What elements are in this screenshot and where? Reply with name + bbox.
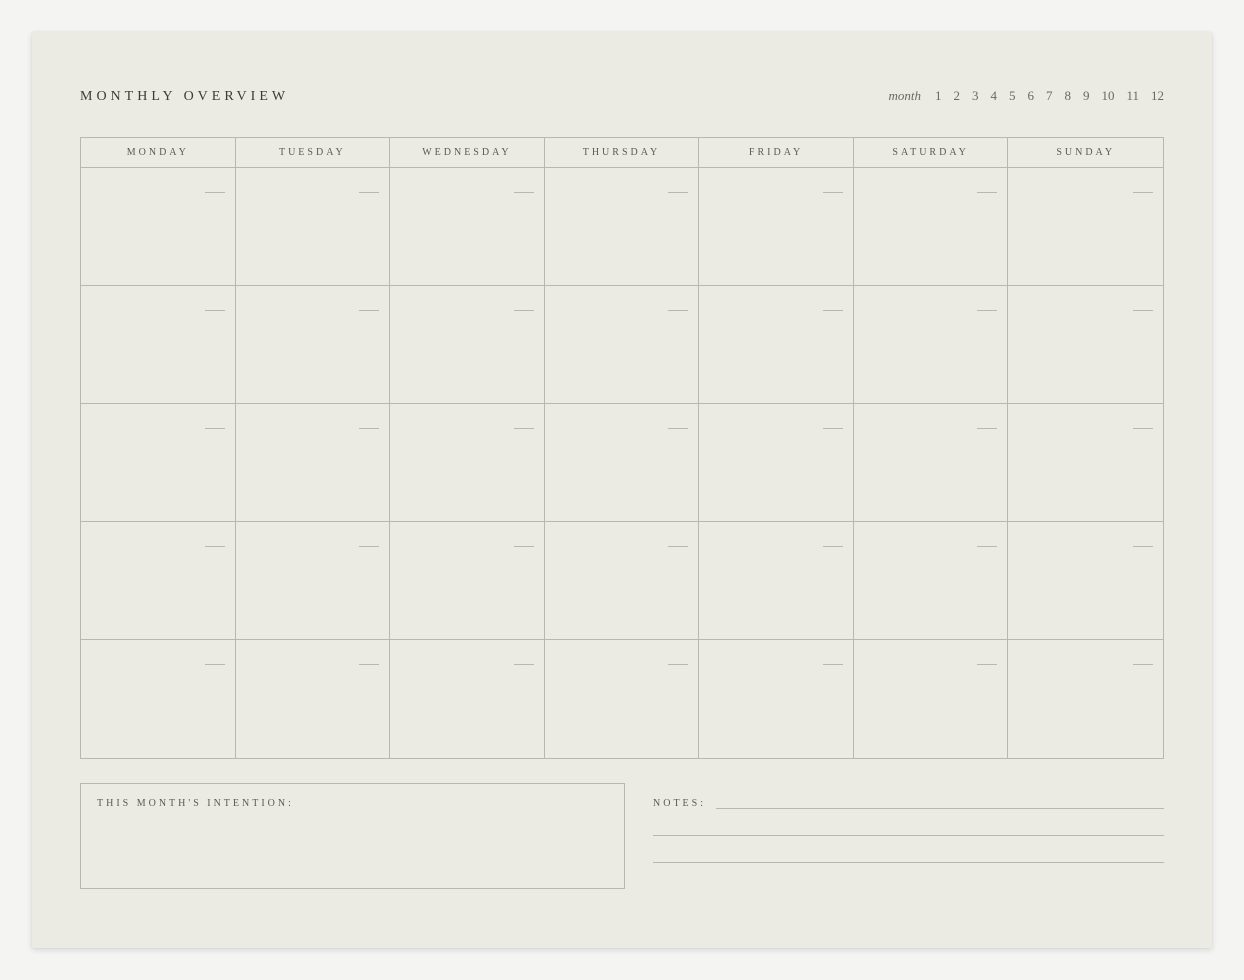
calendar-cell[interactable] [236,404,391,522]
intention-box[interactable]: THIS MONTH'S INTENTION: [80,783,625,889]
calendar-cell[interactable] [390,522,545,640]
month-8[interactable]: 8 [1064,88,1071,104]
calendar-grid: MONDAY TUESDAY WEDNESDAY THURSDAY FRIDAY… [80,137,1164,759]
day-header-sunday: SUNDAY [1008,138,1163,167]
calendar-cell[interactable] [854,640,1009,758]
calendar-body [81,168,1163,758]
calendar-cell[interactable] [545,286,700,404]
monthly-overview-sheet: MONTHLY OVERVIEW month 1 2 3 4 5 6 7 8 9… [32,32,1212,948]
calendar-cell[interactable] [390,286,545,404]
calendar-cell[interactable] [236,286,391,404]
calendar-cell[interactable] [81,522,236,640]
calendar-cell[interactable] [1008,168,1163,286]
month-4[interactable]: 4 [990,88,997,104]
page-title: MONTHLY OVERVIEW [80,89,289,105]
calendar-cell[interactable] [236,522,391,640]
month-5[interactable]: 5 [1009,88,1016,104]
calendar-cell[interactable] [390,168,545,286]
calendar-cell[interactable] [1008,286,1163,404]
day-header-saturday: SATURDAY [854,138,1009,167]
month-6[interactable]: 6 [1027,88,1034,104]
month-9[interactable]: 9 [1083,88,1090,104]
month-label: month [888,88,921,104]
calendar-cell[interactable] [545,168,700,286]
month-3[interactable]: 3 [972,88,979,104]
calendar-cell[interactable] [854,522,1009,640]
calendar-cell[interactable] [854,168,1009,286]
calendar-cell[interactable] [699,522,854,640]
calendar-cell[interactable] [390,640,545,758]
month-12[interactable]: 12 [1151,88,1164,104]
day-header-monday: MONDAY [81,138,236,167]
header: MONTHLY OVERVIEW month 1 2 3 4 5 6 7 8 9… [80,88,1164,105]
calendar-cell[interactable] [81,168,236,286]
calendar-cell[interactable] [1008,640,1163,758]
month-10[interactable]: 10 [1101,88,1114,104]
month-2[interactable]: 2 [953,88,960,104]
calendar-cell[interactable] [545,522,700,640]
notes-label: NOTES: [653,798,706,809]
notes-line[interactable] [653,835,1164,836]
calendar-cell[interactable] [854,404,1009,522]
notes-line[interactable] [716,797,1164,809]
calendar-cell[interactable] [1008,522,1163,640]
calendar-cell[interactable] [81,640,236,758]
day-header-thursday: THURSDAY [545,138,700,167]
month-11[interactable]: 11 [1126,88,1139,104]
calendar-cell[interactable] [81,404,236,522]
calendar-cell[interactable] [854,286,1009,404]
calendar-cell[interactable] [699,640,854,758]
calendar-cell[interactable] [390,404,545,522]
calendar-cell[interactable] [545,404,700,522]
footer: THIS MONTH'S INTENTION: NOTES: [80,783,1164,889]
calendar-cell[interactable] [236,168,391,286]
notes-box[interactable]: NOTES: [653,783,1164,889]
month-picker: month 1 2 3 4 5 6 7 8 9 10 11 12 [888,88,1164,104]
calendar-cell[interactable] [81,286,236,404]
calendar-header-row: MONDAY TUESDAY WEDNESDAY THURSDAY FRIDAY… [81,138,1163,168]
calendar-cell[interactable] [699,168,854,286]
calendar-cell[interactable] [1008,404,1163,522]
calendar-cell[interactable] [545,640,700,758]
day-header-friday: FRIDAY [699,138,854,167]
notes-row: NOTES: [653,797,1164,809]
intention-label: THIS MONTH'S INTENTION: [97,798,294,809]
day-header-wednesday: WEDNESDAY [390,138,545,167]
calendar-cell[interactable] [699,404,854,522]
day-header-tuesday: TUESDAY [236,138,391,167]
calendar-cell[interactable] [236,640,391,758]
calendar-cell[interactable] [699,286,854,404]
notes-line[interactable] [653,862,1164,863]
month-7[interactable]: 7 [1046,88,1053,104]
month-1[interactable]: 1 [935,88,942,104]
